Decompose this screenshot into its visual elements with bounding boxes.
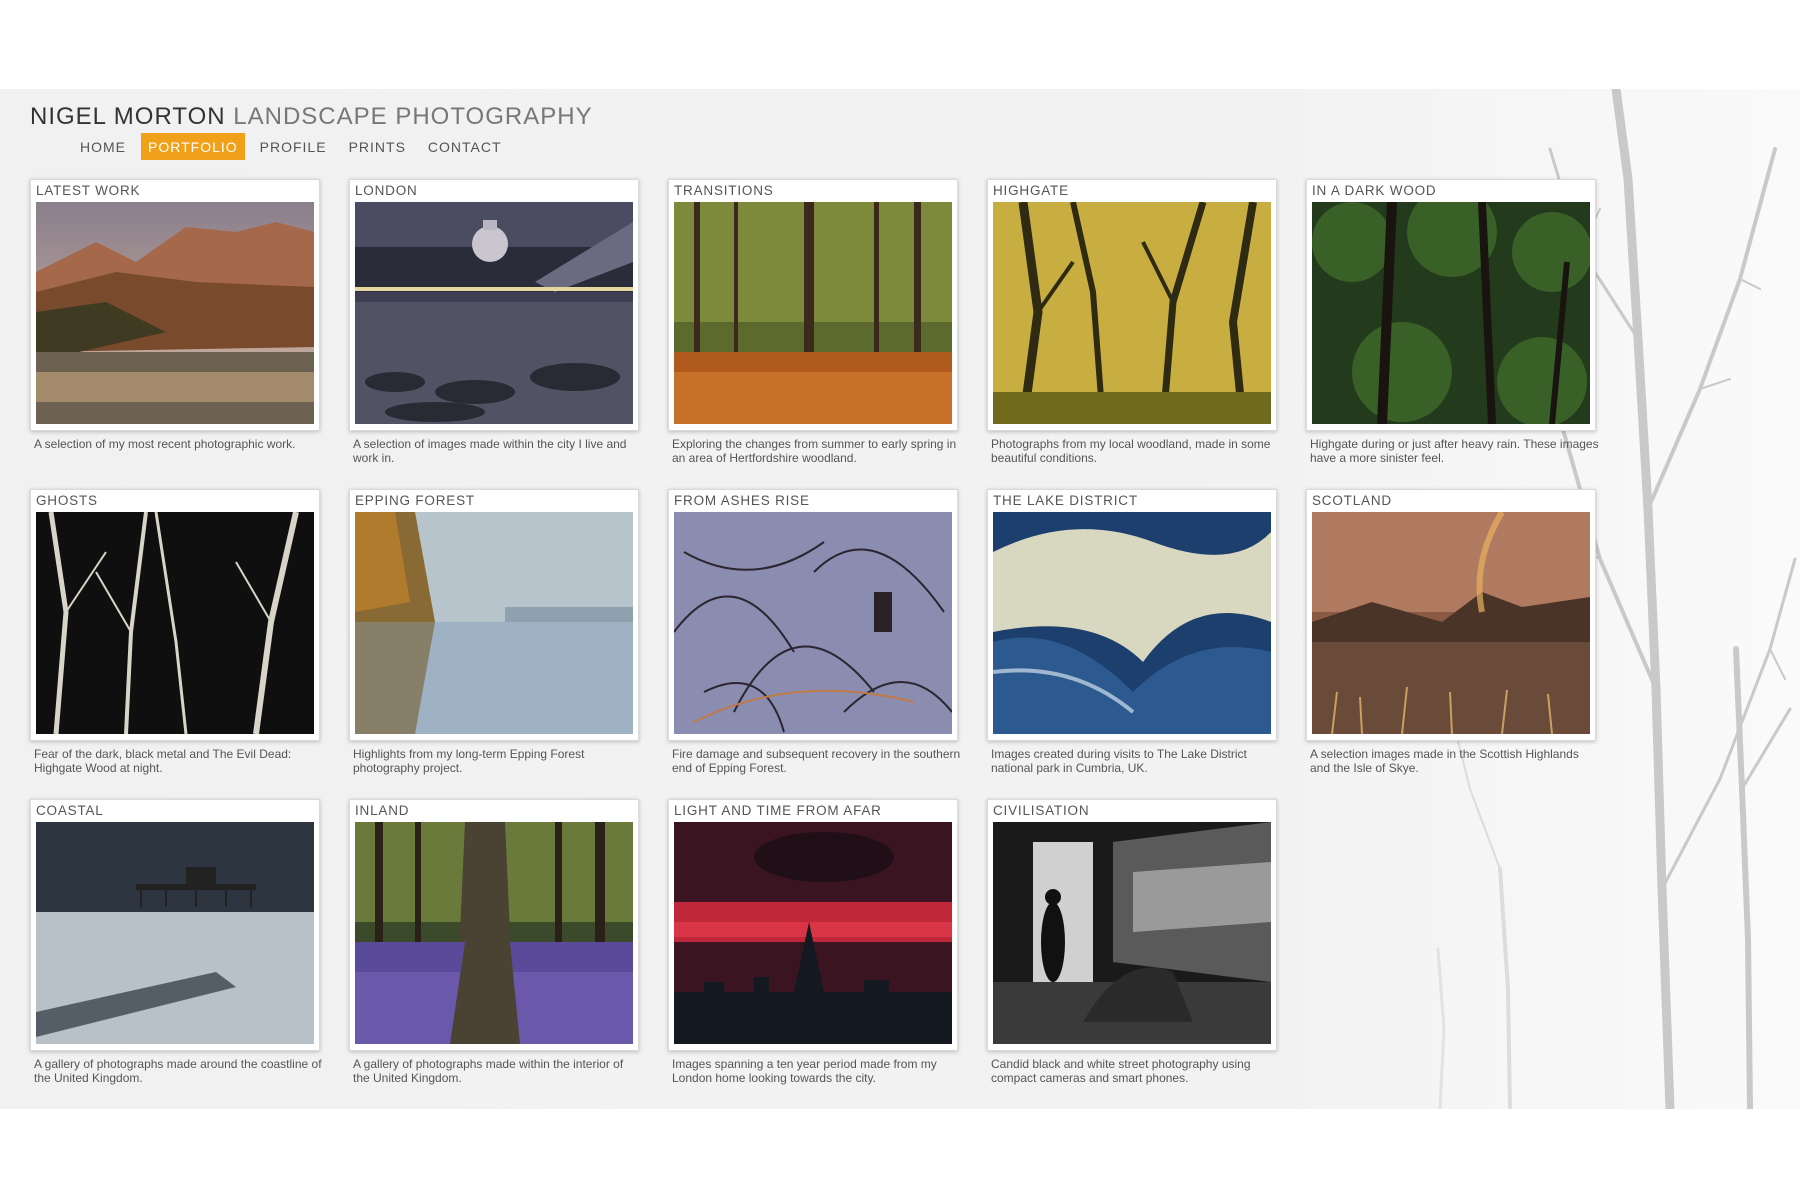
gallery-title: TRANSITIONS — [674, 183, 774, 198]
gallery-description: Fire damage and subsequent recovery in t… — [672, 747, 961, 775]
site-title-name: NIGEL MORTON — [30, 103, 226, 130]
gallery-description: Photographs from my local woodland, made… — [991, 437, 1271, 465]
nav-prints[interactable]: PRINTS — [342, 133, 413, 160]
gallery-title: LIGHT AND TIME FROM AFAR — [674, 803, 882, 818]
gallery-card-london[interactable]: LONDON A selection of images made within… — [349, 179, 639, 465]
gallery-frame[interactable]: GHOSTS — [30, 489, 320, 741]
gallery-title: THE LAKE DISTRICT — [993, 493, 1138, 508]
gallery-card-highgate[interactable]: HIGHGATE Photographs from my local woodl… — [987, 179, 1277, 465]
gallery-frame[interactable]: LONDON — [349, 179, 639, 431]
street-bw-image[interactable] — [993, 822, 1271, 1044]
nav-portfolio[interactable]: PORTFOLIO — [141, 133, 245, 160]
gallery-frame[interactable]: EPPING FOREST — [349, 489, 639, 741]
gallery-card-latest-work[interactable]: LATEST WORK A selection of my most recen… — [30, 179, 320, 451]
gallery-title: SCOTLAND — [1312, 493, 1392, 508]
gallery-title: COASTAL — [36, 803, 104, 818]
gallery-frame[interactable]: HIGHGATE — [987, 179, 1277, 431]
gallery-frame[interactable]: FROM ASHES RISE — [668, 489, 958, 741]
gallery-description: Exploring the changes from summer to ear… — [672, 437, 957, 465]
gallery-title: LONDON — [355, 183, 418, 198]
gallery-description: Highgate during or just after heavy rain… — [1310, 437, 1599, 465]
gallery-title: LATEST WORK — [36, 183, 141, 198]
site-title[interactable]: NIGEL MORTON LANDSCAPE PHOTOGRAPHY — [30, 103, 593, 131]
nav-contact[interactable]: CONTACT — [421, 133, 509, 160]
gallery-frame[interactable]: CIVILISATION — [987, 799, 1277, 1051]
page-content: NIGEL MORTON LANDSCAPE PHOTOGRAPHY HOME … — [0, 89, 1800, 1109]
mountain-lake-image[interactable] — [36, 202, 314, 424]
gallery-card-coastal[interactable]: COASTAL A gallery of photographs made ar… — [30, 799, 322, 1085]
gallery-title: HIGHGATE — [993, 183, 1069, 198]
burnt-brambles-image[interactable] — [674, 512, 952, 734]
gallery-title: CIVILISATION — [993, 803, 1090, 818]
nav-home[interactable]: HOME — [73, 133, 133, 160]
gallery-description: A selection images made in the Scottish … — [1310, 747, 1579, 775]
gallery-description: Highlights from my long-term Epping Fore… — [353, 747, 585, 775]
gallery-frame[interactable]: INLAND — [349, 799, 639, 1051]
gallery-card-transitions[interactable]: TRANSITIONS Exploring the changes from s… — [668, 179, 958, 465]
gallery-title: EPPING FOREST — [355, 493, 475, 508]
gallery-frame[interactable]: THE LAKE DISTRICT — [987, 489, 1277, 741]
gallery-card-inland[interactable]: INLAND A gallery of photographs made wit… — [349, 799, 639, 1085]
rushing-water-image[interactable] — [993, 512, 1271, 734]
golden-woodland-image[interactable] — [993, 202, 1271, 424]
gallery-card-the-lake-district[interactable]: THE LAKE DISTRICT Images created during … — [987, 489, 1277, 775]
autumn-forest-image[interactable] — [674, 202, 952, 424]
gallery-frame[interactable]: TRANSITIONS — [668, 179, 958, 431]
gallery-card-light-and-time-from-afar[interactable]: LIGHT AND TIME FROM AFAR Images spanning… — [668, 799, 958, 1085]
gallery-description: A gallery of photographs made within the… — [353, 1057, 624, 1085]
gallery-description: A selection of my most recent photograph… — [34, 437, 296, 451]
dark-green-wood-image[interactable] — [1312, 202, 1590, 424]
gallery-description: Images created during visits to The Lake… — [991, 747, 1247, 775]
red-sky-skyline-image[interactable] — [674, 822, 952, 1044]
site-title-subtitle: LANDSCAPE PHOTOGRAPHY — [233, 103, 593, 130]
gallery-card-scotland[interactable]: SCOTLAND A selection images made in the … — [1306, 489, 1596, 775]
rainbow-loch-image[interactable] — [1312, 512, 1590, 734]
gallery-card-civilisation[interactable]: CIVILISATION Candid black and white stre… — [987, 799, 1277, 1085]
gallery-card-ghosts[interactable]: GHOSTS Fear of the dark, black metal and… — [30, 489, 320, 775]
gallery-frame[interactable]: LATEST WORK — [30, 179, 320, 431]
gallery-title: IN A DARK WOOD — [1312, 183, 1437, 198]
gallery-description: A gallery of photographs made around the… — [34, 1057, 322, 1085]
nav-profile[interactable]: PROFILE — [253, 133, 334, 160]
gallery-description: Candid black and white street photograph… — [991, 1057, 1251, 1085]
gallery-title: INLAND — [355, 803, 410, 818]
pier-seascape-image[interactable] — [36, 822, 314, 1044]
gallery-card-in-a-dark-wood[interactable]: IN A DARK WOOD Highgate during or just a… — [1306, 179, 1599, 465]
gallery-frame[interactable]: COASTAL — [30, 799, 320, 1051]
gallery-description: Fear of the dark, black metal and The Ev… — [34, 747, 292, 775]
gallery-description: Images spanning a ten year period made f… — [672, 1057, 937, 1085]
gallery-frame[interactable]: IN A DARK WOOD — [1306, 179, 1596, 431]
main-nav: HOME PORTFOLIO PROFILE PRINTS CONTACT — [73, 133, 517, 160]
gallery-description: A selection of images made within the ci… — [353, 437, 627, 465]
city-night-river-image[interactable] — [355, 202, 633, 424]
gallery-card-epping-forest[interactable]: EPPING FOREST Highlights from my long-te… — [349, 489, 639, 775]
gallery-frame[interactable]: SCOTLAND — [1306, 489, 1596, 741]
gallery-title: FROM ASHES RISE — [674, 493, 810, 508]
night-trees-image[interactable] — [36, 512, 314, 734]
misty-lake-image[interactable] — [355, 512, 633, 734]
gallery-title: GHOSTS — [36, 493, 98, 508]
gallery-frame[interactable]: LIGHT AND TIME FROM AFAR — [668, 799, 958, 1051]
bluebell-wood-image[interactable] — [355, 822, 633, 1044]
gallery-card-from-ashes-rise[interactable]: FROM ASHES RISE Fire damage and subseque… — [668, 489, 960, 775]
